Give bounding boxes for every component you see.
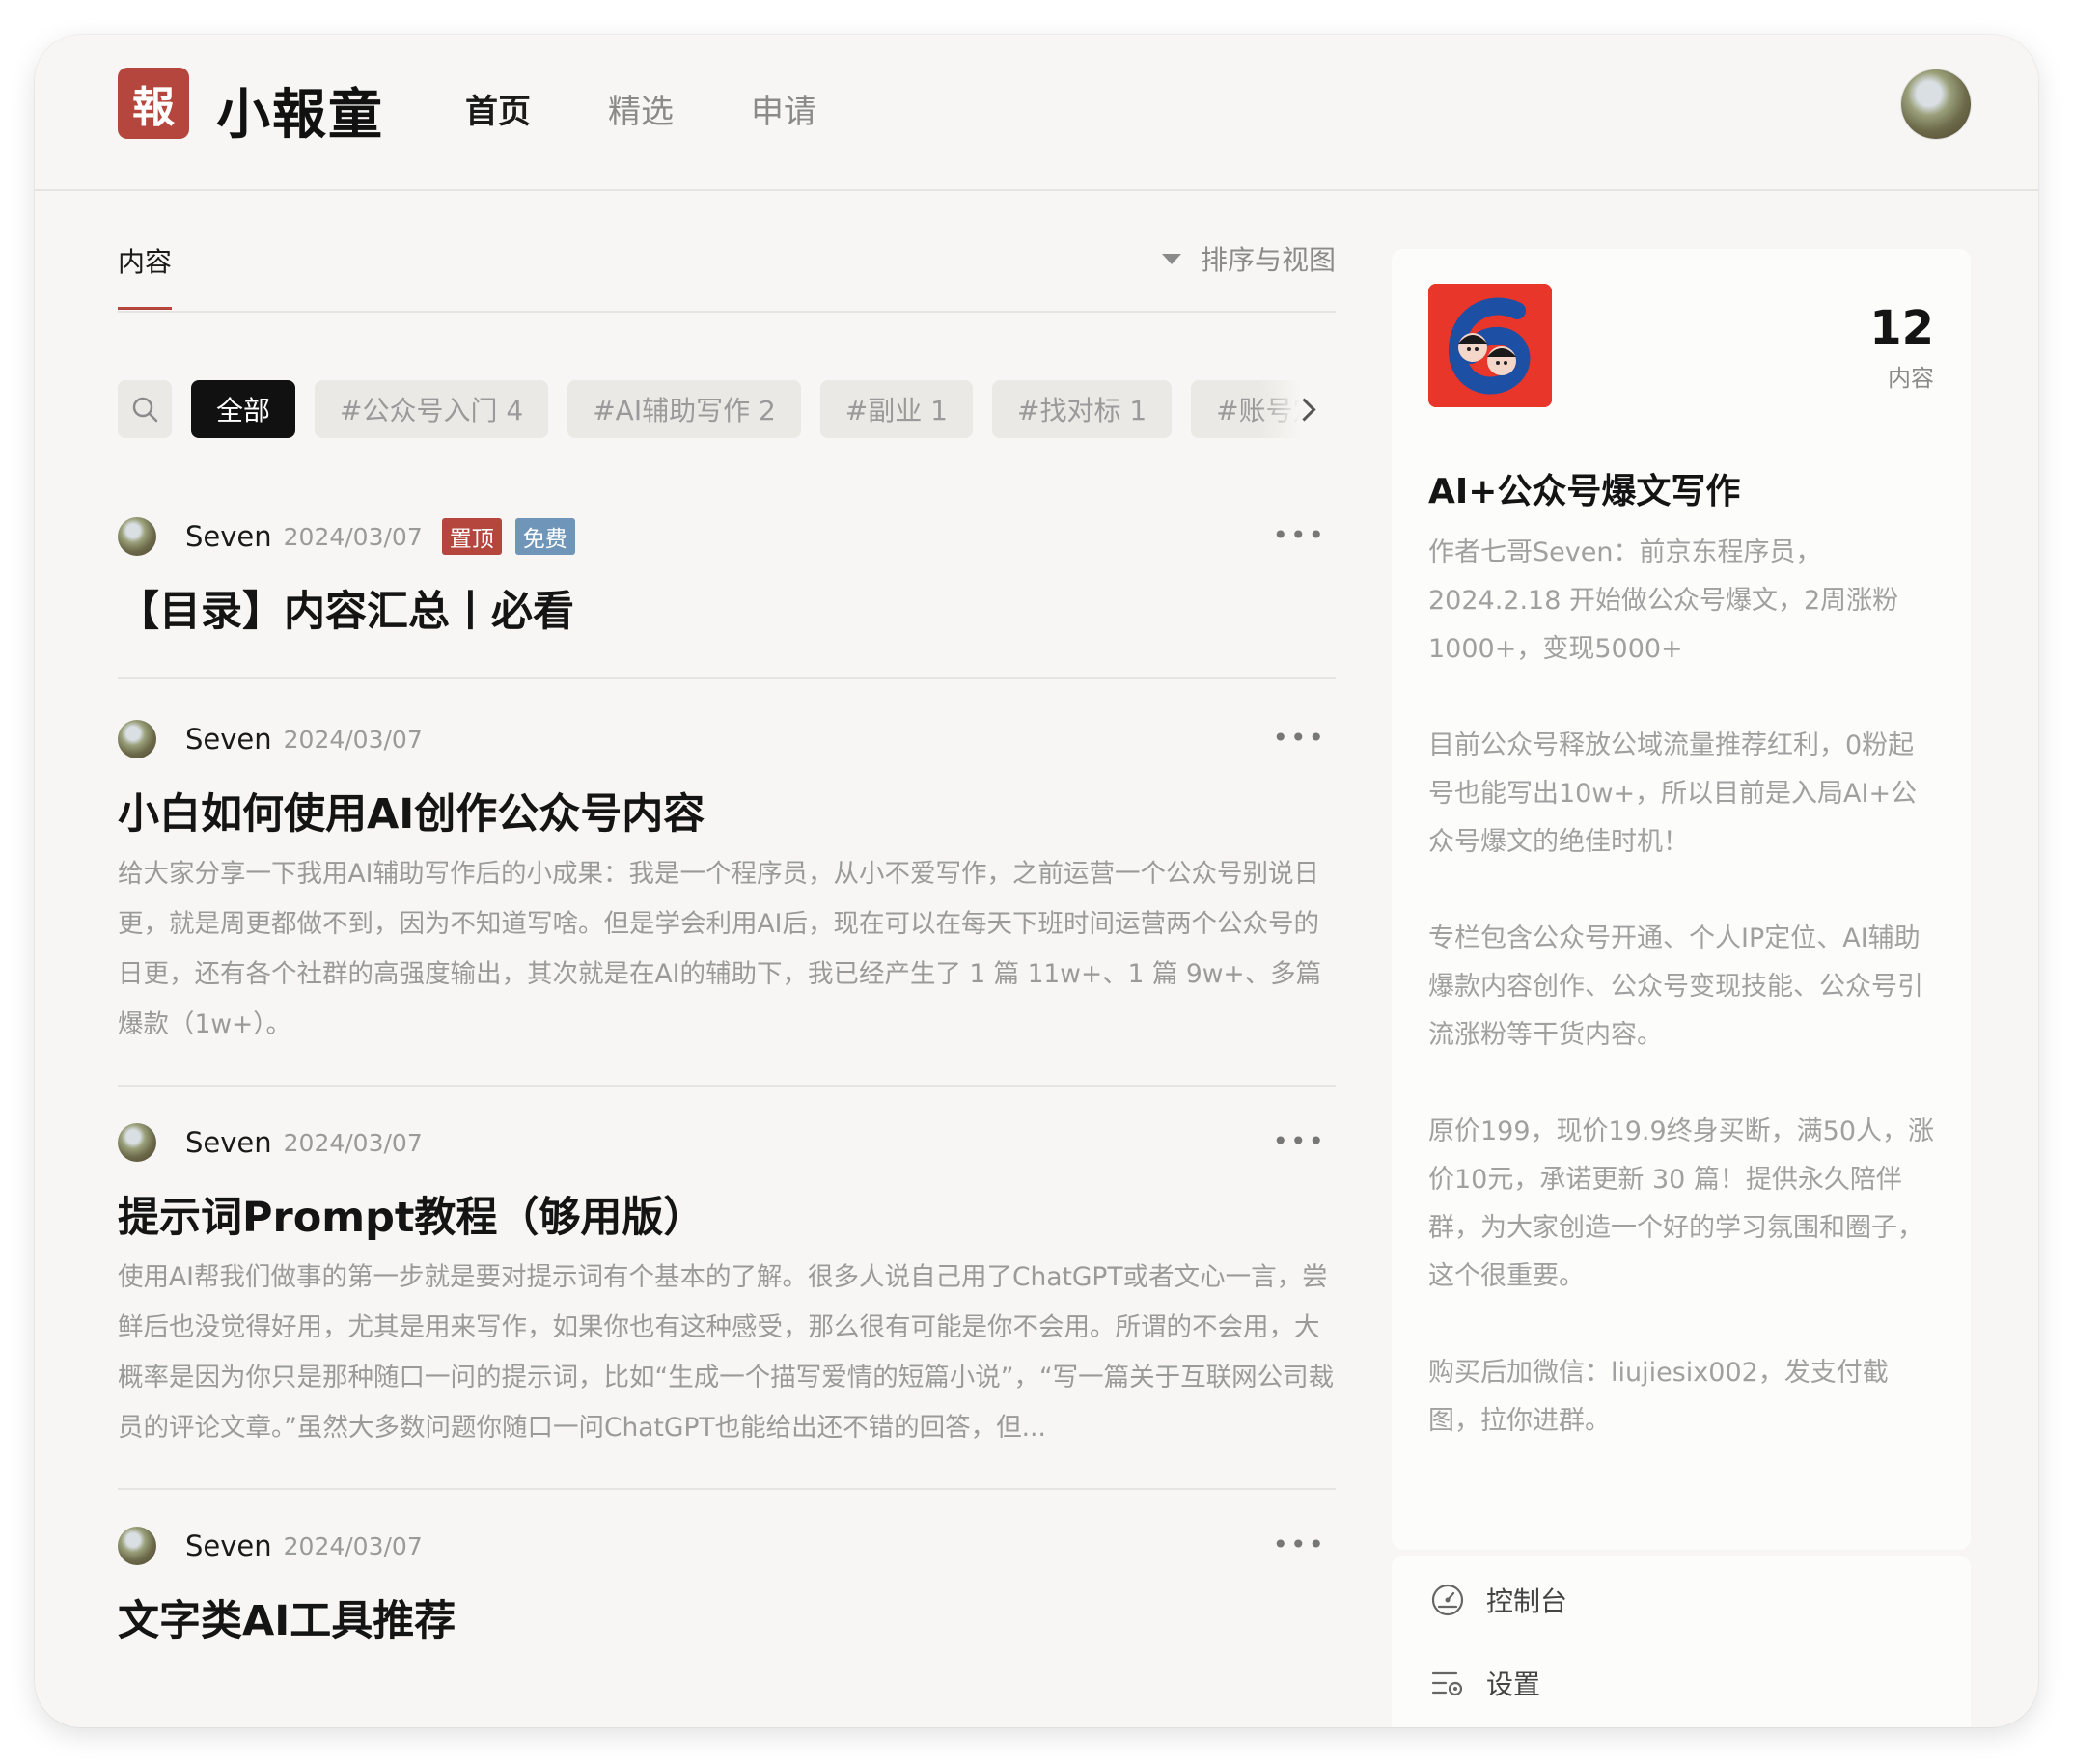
post-meta: Seven 2024/03/07 bbox=[118, 1525, 1336, 1567]
column-description: 作者七哥Seven：前京东程序员，2024.2.18 开始做公众号爆文，2周涨粉… bbox=[1428, 529, 1940, 1494]
post-item[interactable]: Seven 2024/03/07 ••• 提示词Prompt教程（够用版） 使用… bbox=[118, 1121, 1336, 1490]
post-title[interactable]: 【目录】内容汇总丨必看 bbox=[118, 583, 1336, 641]
sort-view-button[interactable]: 排序与视图 bbox=[1161, 239, 1336, 278]
column-title: AI+公众号爆文写作 bbox=[1428, 472, 1741, 511]
post-summary: 使用AI帮我们做事的第一步就是要对提示词有个基本的了解。很多人说自己用了Chat… bbox=[118, 1262, 1335, 1443]
filter-scroll-right[interactable] bbox=[1258, 380, 1336, 438]
menu-dashboard-label: 控制台 bbox=[1486, 1585, 1568, 1617]
post-title[interactable]: 文字类AI工具推荐 bbox=[118, 1592, 1336, 1650]
more-options-icon[interactable]: ••• bbox=[1272, 722, 1326, 754]
description-paragraph: 目前公众号释放公域流量推荐红利，0粉起号也能写出10w+，所以目前是入局AI+公… bbox=[1428, 730, 1918, 857]
column-info-card: 12 内容 AI+公众号爆文写作 作者七哥Seven：前京东程序员，2024.2… bbox=[1392, 249, 1971, 1550]
tab-content[interactable]: 内容 bbox=[118, 241, 172, 280]
description-paragraph: 作者七哥Seven：前京东程序员，2024.2.18 开始做公众号爆文，2周涨粉… bbox=[1428, 537, 1899, 664]
post-summary: 给大家分享一下我用AI辅助写作后的小成果：我是一个程序员，从小不爱写作，之前运营… bbox=[118, 859, 1322, 1039]
brand-logo[interactable]: 報 bbox=[118, 68, 189, 139]
post-date: 2024/03/07 bbox=[283, 1531, 423, 1560]
column-logo-icon bbox=[1428, 284, 1552, 407]
menu-settings[interactable]: 设置 bbox=[1430, 1664, 1540, 1702]
chevron-right-icon bbox=[1292, 397, 1316, 422]
author-avatar[interactable] bbox=[118, 1123, 156, 1162]
search-button[interactable] bbox=[118, 380, 172, 438]
active-tab-indicator bbox=[118, 307, 172, 310]
author-avatar[interactable] bbox=[118, 720, 156, 758]
description-paragraph: 购买后加微信：liujiesix002，发支付截图，拉你进群。 bbox=[1428, 1358, 1889, 1436]
post-title[interactable]: 提示词Prompt教程（够用版） bbox=[118, 1189, 1336, 1247]
tag-filter-bar: 全部 #公众号入门 4 #AI辅助写作 2 #副业 1 #找对标 1 #账号定位 bbox=[118, 380, 1336, 438]
description-paragraph: 原价199，现价19.9终身买断，满50人，涨价10元，承诺更新 30 篇！提供… bbox=[1428, 1116, 1935, 1291]
post-author[interactable]: Seven bbox=[185, 1530, 272, 1562]
brand-name[interactable]: 小報童 bbox=[216, 71, 384, 150]
main-nav: 首页 精选 申请 bbox=[465, 85, 894, 132]
pinned-badge: 置顶 bbox=[441, 518, 502, 555]
search-icon bbox=[132, 397, 158, 423]
dashboard-icon bbox=[1431, 1584, 1464, 1616]
post-meta: Seven 2024/03/07 置顶 免费 bbox=[118, 515, 1336, 558]
post-author[interactable]: Seven bbox=[185, 520, 272, 553]
sort-view-label: 排序与视图 bbox=[1200, 244, 1336, 276]
post-date: 2024/03/07 bbox=[283, 725, 423, 754]
column-cover-image bbox=[1428, 284, 1552, 407]
side-menu: 控制台 设置 bbox=[1392, 1556, 1971, 1727]
nav-apply[interactable]: 申请 bbox=[751, 85, 816, 132]
filter-tag[interactable]: #找对标 1 bbox=[991, 380, 1173, 438]
top-header: 報 小報童 首页 精选 申请 bbox=[35, 35, 2038, 191]
filter-all[interactable]: 全部 bbox=[191, 380, 296, 438]
post-item[interactable]: Seven 2024/03/07 置顶 免费 ••• 【目录】内容汇总丨必看 bbox=[118, 515, 1336, 679]
filter-tag[interactable]: #公众号入门 4 bbox=[315, 380, 549, 438]
menu-settings-label: 设置 bbox=[1486, 1668, 1541, 1700]
post-title[interactable]: 小白如何使用AI创作公众号内容 bbox=[118, 786, 1336, 843]
author-avatar[interactable] bbox=[118, 517, 156, 556]
user-avatar[interactable] bbox=[1901, 69, 1971, 139]
author-avatar[interactable] bbox=[118, 1527, 156, 1565]
settings-icon bbox=[1431, 1671, 1463, 1696]
post-author[interactable]: Seven bbox=[185, 723, 272, 756]
post-date: 2024/03/07 bbox=[283, 522, 423, 551]
post-author[interactable]: Seven bbox=[185, 1126, 272, 1159]
post-item[interactable]: Seven 2024/03/07 ••• 文字类AI工具推荐 bbox=[118, 1525, 1336, 1685]
menu-dashboard[interactable]: 控制台 bbox=[1430, 1581, 1567, 1619]
content-count-label: 内容 bbox=[1888, 365, 1934, 392]
free-badge: 免费 bbox=[514, 518, 575, 555]
description-paragraph: 专栏包含公众号开通、个人IP定位、AI辅助爆款内容创作、公众号变现技能、公众号引… bbox=[1428, 923, 1923, 1050]
post-meta: Seven 2024/03/07 bbox=[118, 718, 1336, 760]
content-count: 12 bbox=[1869, 301, 1934, 355]
content-main: 内容 排序与视图 全部 #公众号入门 4 #AI辅助写作 2 #副业 1 #找对… bbox=[118, 216, 1336, 1685]
filter-tag[interactable]: #副业 1 bbox=[819, 380, 973, 438]
app-window: 報 小報童 首页 精选 申请 内容 排序与视图 全部 #公众号入门 4 #AI辅… bbox=[35, 35, 2038, 1727]
more-options-icon[interactable]: ••• bbox=[1272, 1529, 1326, 1560]
more-options-icon[interactable]: ••• bbox=[1272, 1125, 1326, 1157]
post-meta: Seven 2024/03/07 bbox=[118, 1121, 1336, 1164]
content-tabbar: 内容 排序与视图 bbox=[118, 216, 1336, 313]
nav-home[interactable]: 首页 bbox=[465, 85, 531, 132]
nav-featured[interactable]: 精选 bbox=[608, 85, 674, 132]
post-item[interactable]: Seven 2024/03/07 ••• 小白如何使用AI创作公众号内容 给大家… bbox=[118, 718, 1336, 1087]
caret-down-icon bbox=[1161, 253, 1181, 264]
filter-tag[interactable]: #AI辅助写作 2 bbox=[567, 380, 801, 438]
more-options-icon[interactable]: ••• bbox=[1272, 519, 1326, 551]
post-date: 2024/03/07 bbox=[283, 1128, 423, 1157]
